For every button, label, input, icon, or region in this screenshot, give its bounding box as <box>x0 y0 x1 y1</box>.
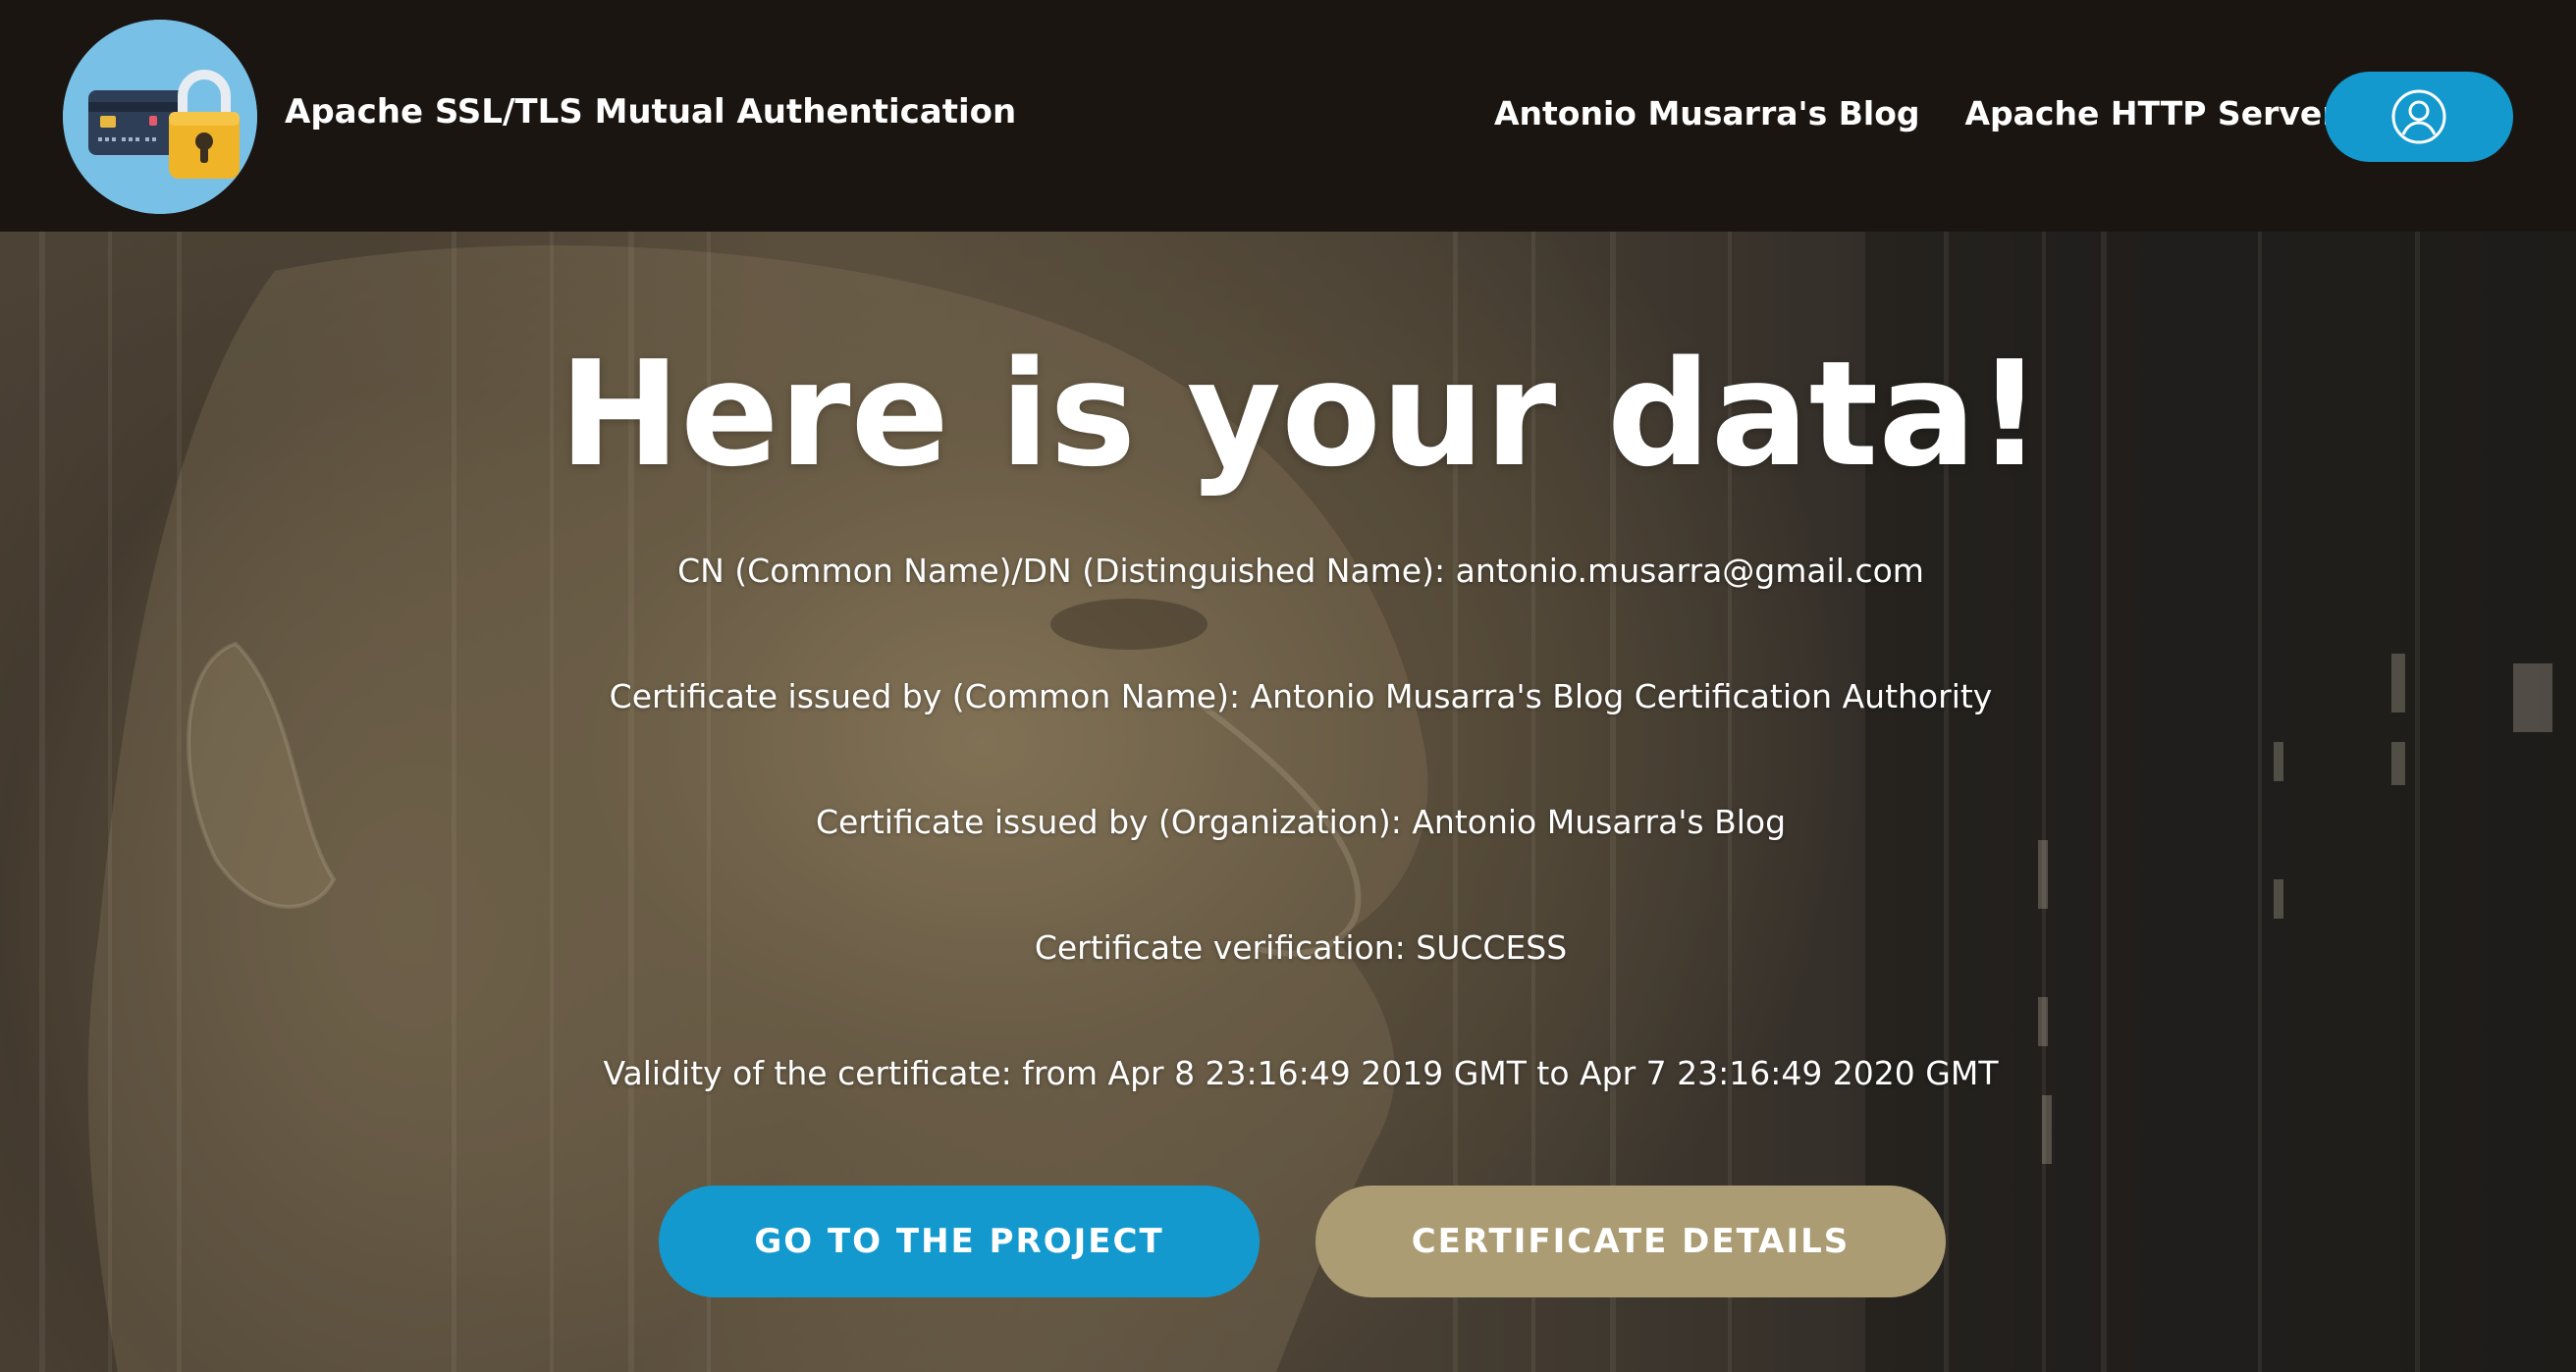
nav-link-apache-http-server[interactable]: Apache HTTP Server <box>1965 94 2338 132</box>
user-account-button[interactable] <box>2325 72 2513 162</box>
site-logo[interactable] <box>63 20 257 214</box>
hero-section: Here is your data! CN (Common Name)/DN (… <box>0 232 2576 1372</box>
hero-headline: Here is your data! <box>559 330 2043 499</box>
main-nav: Antonio Musarra's Blog Apache HTTP Serve… <box>1494 94 2338 132</box>
certificate-details-button[interactable]: CERTIFICATE DETAILS <box>1315 1186 1946 1297</box>
card-and-padlock-icon <box>63 20 257 214</box>
info-issuer-organization: Certificate issued by (Organization): An… <box>815 803 1787 841</box>
user-icon <box>2391 89 2446 144</box>
top-navbar: Apache SSL/TLS Mutual Authentication Ant… <box>0 0 2576 232</box>
info-certificate-verification: Certificate verification: SUCCESS <box>1034 928 1568 967</box>
info-certificate-validity: Validity of the certificate: from Apr 8 … <box>603 1054 1999 1092</box>
info-common-name: CN (Common Name)/DN (Distinguished Name)… <box>677 552 1924 590</box>
site-title[interactable]: Apache SSL/TLS Mutual Authentication <box>285 92 1016 132</box>
nav-link-blog[interactable]: Antonio Musarra's Blog <box>1494 94 1920 132</box>
page: Apache SSL/TLS Mutual Authentication Ant… <box>0 0 2576 1372</box>
go-to-project-button[interactable]: GO TO THE PROJECT <box>659 1186 1260 1297</box>
info-issuer-common-name: Certificate issued by (Common Name): Ant… <box>609 677 1993 715</box>
